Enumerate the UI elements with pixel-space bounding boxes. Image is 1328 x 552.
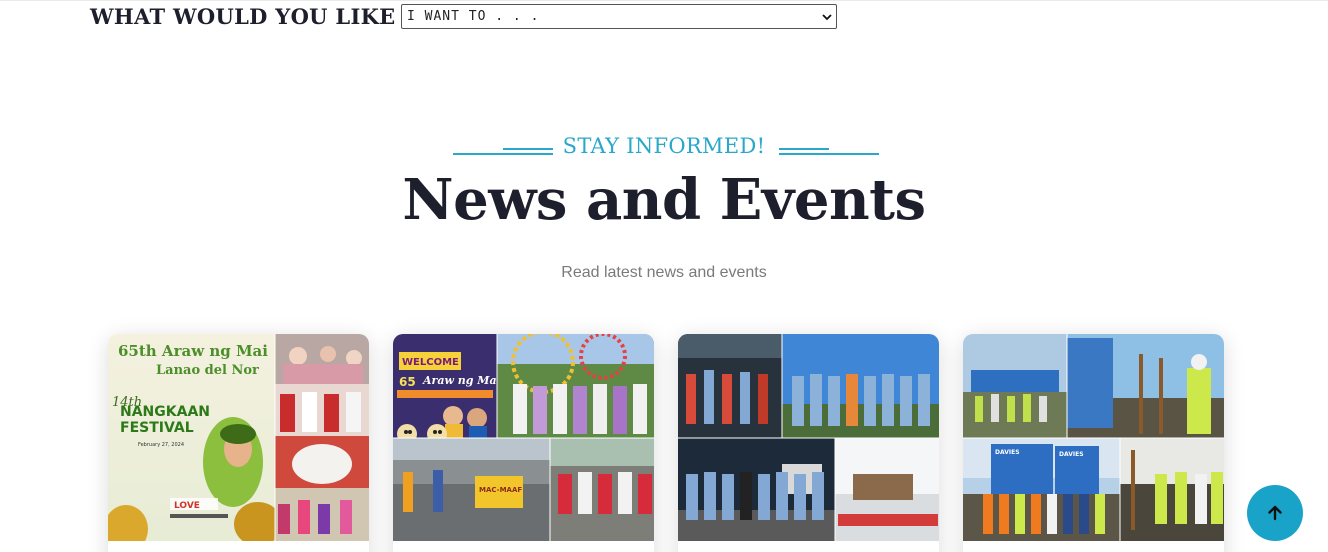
section-subtitle: Read latest news and events [561,264,767,281]
news-cards: 65th Araw ng Mai Lanao del Nor 14th NANG… [108,334,1224,552]
staff-photo-collage [678,334,939,541]
festival-poster-collage: 65th Araw ng Mai Lanao del Nor 14th NANG… [108,334,369,541]
select-value: I WANT TO . . . [407,9,540,24]
arrow-up-icon [1268,505,1282,521]
poster-line: February 27, 2024 [138,442,184,448]
news-card-image[interactable]: DAVIES DAVIES [963,334,1224,541]
poster-line: Lanao del Nor [156,363,259,378]
poster-line: WELCOME [402,357,459,368]
poster-line: LOVE [174,501,200,511]
section-kicker-row: STAY INFORMED! [0,130,1328,162]
news-card[interactable]: DAVIES DAVIES [963,334,1224,552]
news-card-image[interactable]: 65th Araw ng Mai Lanao del Nor 14th NANG… [108,334,369,541]
parade-photo-collage: WELCOME 65 Araw ng Mai MAC-MAAF [393,334,654,541]
section-title: News and Events [402,167,926,233]
poster-line: 65 [399,375,416,389]
news-card-image[interactable]: WELCOME 65 Araw ng Mai MAC-MAAF [393,334,654,541]
poster-line: Araw ng Mai [422,374,501,387]
news-card[interactable]: WELCOME 65 Araw ng Mai MAC-MAAF [393,334,654,552]
poster-line: DAVIES [995,449,1020,456]
news-card[interactable] [678,334,939,552]
news-card-image[interactable] [678,334,939,541]
poster-line: MAC-MAAF [479,486,522,494]
poster-line: 65th Araw ng Mai [118,342,268,360]
groundbreaking-photo-collage: DAVIES DAVIES [963,334,1224,541]
kicker-decoration-right [779,143,879,155]
poster-line: FESTIVAL [120,420,194,436]
i-want-to-select[interactable]: I WANT TO . . . [401,4,837,29]
news-card[interactable]: 65th Araw ng Mai Lanao del Nor 14th NANG… [108,334,369,552]
poster-line: NANGKAAN [120,404,210,420]
chevron-down-icon [822,14,832,21]
back-to-top-button[interactable] [1247,485,1303,541]
section-kicker: STAY INFORMED! [562,134,766,158]
poster-line: DAVIES [1059,451,1084,458]
